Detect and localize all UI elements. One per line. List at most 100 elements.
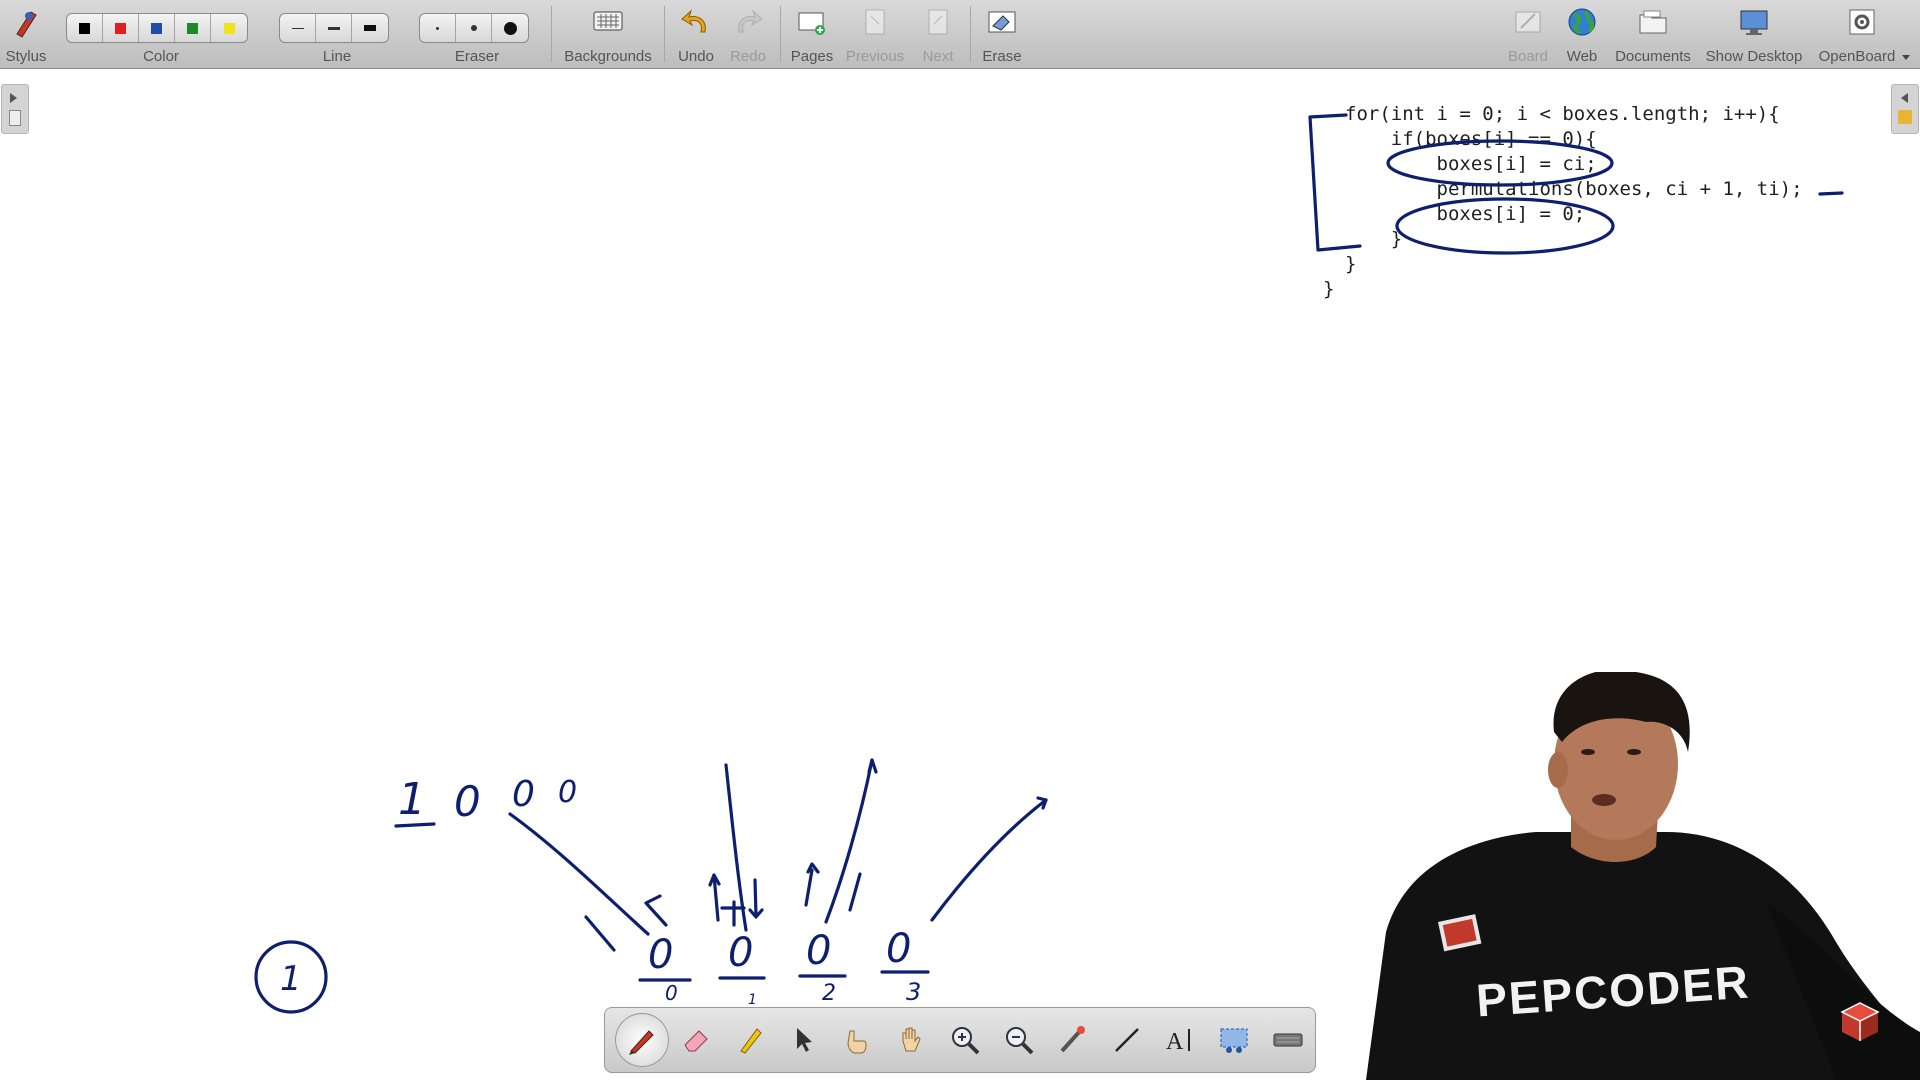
color-blue-swatch[interactable] bbox=[139, 14, 175, 42]
next-page-button[interactable]: Next bbox=[912, 0, 964, 68]
pointing-hand-icon bbox=[847, 1030, 867, 1054]
line-width-picker bbox=[279, 13, 389, 43]
svg-text:A: A bbox=[1166, 1029, 1184, 1055]
code-line: } bbox=[1345, 253, 1357, 275]
previous-page-button[interactable]: Previous bbox=[842, 0, 908, 68]
code-line: } bbox=[1323, 278, 1335, 300]
code-line: permutations(boxes, ci + 1, ti); bbox=[1345, 178, 1803, 200]
zoom-in-icon bbox=[951, 1027, 980, 1055]
virtual-keyboard-button[interactable] bbox=[1261, 1013, 1315, 1067]
eraser-tool: Eraser bbox=[419, 0, 535, 68]
arrow-right-icon bbox=[10, 93, 17, 103]
color-tool: Color bbox=[66, 0, 256, 68]
color-black-swatch[interactable] bbox=[67, 14, 103, 42]
erase-button[interactable]: Erase bbox=[976, 0, 1028, 68]
line-label: Line bbox=[322, 48, 352, 65]
undo-button[interactable]: Undo bbox=[670, 0, 722, 68]
line-thick-option[interactable] bbox=[352, 14, 388, 42]
page-thumbnail-icon bbox=[9, 110, 21, 126]
pages-icon bbox=[795, 6, 829, 38]
eraser-tool-button[interactable] bbox=[669, 1013, 723, 1067]
pages-button[interactable]: Pages bbox=[786, 0, 838, 68]
left-palette-toggle[interactable] bbox=[1, 84, 29, 134]
code-line: boxes[i] = ci; bbox=[1345, 153, 1597, 175]
board-button[interactable]: Board bbox=[1502, 0, 1554, 68]
undo-arrow-icon bbox=[679, 6, 713, 38]
color-palette bbox=[66, 13, 248, 43]
cursor-arrow-icon bbox=[797, 1028, 813, 1052]
web-button[interactable]: Web bbox=[1556, 0, 1608, 68]
eraser-medium-option[interactable] bbox=[456, 14, 492, 42]
line-tool: Line bbox=[279, 0, 395, 68]
board-label: Board bbox=[1507, 48, 1549, 65]
eraser-size-picker bbox=[419, 13, 529, 43]
code-line: boxes[i] = 0; bbox=[1345, 203, 1586, 225]
keyboard-grid-icon bbox=[591, 6, 625, 38]
next-page-icon bbox=[921, 6, 955, 38]
screen-capture-icon bbox=[1220, 1028, 1248, 1053]
color-label: Color bbox=[143, 48, 179, 65]
code-line: if(boxes[i] == 0){ bbox=[1345, 128, 1597, 150]
pen-tool-button[interactable] bbox=[615, 1013, 669, 1067]
undo-label: Undo bbox=[678, 48, 714, 65]
redo-button[interactable]: Redo bbox=[722, 0, 774, 68]
highlighter-icon bbox=[739, 1028, 762, 1054]
select-tool-button[interactable] bbox=[777, 1013, 831, 1067]
capture-tool-button[interactable] bbox=[1207, 1013, 1261, 1067]
toolbar-divider bbox=[970, 6, 971, 62]
toolbar-divider bbox=[664, 6, 665, 62]
eraser-icon bbox=[684, 1030, 708, 1052]
interact-tool-button[interactable] bbox=[830, 1013, 884, 1067]
stylus-tool[interactable]: Stylus bbox=[0, 0, 52, 68]
backgrounds-label: Backgrounds bbox=[564, 48, 652, 65]
hand-tool-button[interactable] bbox=[884, 1013, 938, 1067]
openboard-gear-icon bbox=[1845, 6, 1879, 38]
straight-line-icon bbox=[1114, 1028, 1139, 1052]
folder-icon bbox=[1636, 6, 1670, 38]
eraser-label: Eraser bbox=[454, 48, 500, 65]
text-tool-button[interactable]: A bbox=[1153, 1013, 1207, 1067]
arrow-left-icon bbox=[1901, 93, 1908, 103]
eraser-large-option[interactable] bbox=[492, 14, 528, 42]
top-toolbar: Stylus Color Line Eraser Backgrounds Und… bbox=[0, 0, 1920, 69]
right-palette-toggle[interactable] bbox=[1891, 84, 1919, 134]
line-tool-button[interactable] bbox=[1100, 1013, 1154, 1067]
monitor-icon bbox=[1737, 6, 1771, 38]
color-green-swatch[interactable] bbox=[175, 14, 211, 42]
presenter-video: PEPCODER bbox=[1366, 672, 1920, 1080]
pepcoding-cube-logo bbox=[1840, 1002, 1880, 1041]
show-desktop-button[interactable]: Show Desktop bbox=[1702, 0, 1806, 68]
erase-label: Erase bbox=[982, 48, 1022, 65]
line-thin-option[interactable] bbox=[280, 14, 316, 42]
zoom-in-button[interactable] bbox=[938, 1013, 992, 1067]
stylus-palette: A bbox=[604, 1007, 1316, 1073]
redo-arrow-icon bbox=[731, 6, 765, 38]
laser-pointer-icon bbox=[1060, 1026, 1085, 1053]
zoom-out-button[interactable] bbox=[992, 1013, 1046, 1067]
highlighter-tool-button[interactable] bbox=[723, 1013, 777, 1067]
code-line: for(int i = 0; i < boxes.length; i++){ bbox=[1345, 103, 1780, 125]
line-medium-option[interactable] bbox=[316, 14, 352, 42]
text-icon: A bbox=[1166, 1029, 1191, 1055]
next-label: Next bbox=[922, 48, 954, 65]
color-yellow-swatch[interactable] bbox=[211, 14, 247, 42]
code-snippet: for(int i = 0; i < boxes.length; i++){ i… bbox=[1323, 102, 1803, 302]
web-label: Web bbox=[1566, 48, 1598, 65]
stylus-icon bbox=[9, 6, 43, 38]
erase-board-icon bbox=[985, 6, 1019, 38]
code-line: } bbox=[1345, 228, 1403, 250]
chevron-down-icon bbox=[1902, 55, 1910, 60]
presenter-figure bbox=[1366, 672, 1920, 1080]
previous-label: Previous bbox=[845, 48, 905, 65]
backgrounds-button[interactable]: Backgrounds bbox=[556, 0, 660, 68]
color-red-swatch[interactable] bbox=[103, 14, 139, 42]
laser-pointer-button[interactable] bbox=[1046, 1013, 1100, 1067]
documents-button[interactable]: Documents bbox=[1610, 0, 1696, 68]
previous-page-icon bbox=[858, 6, 892, 38]
library-icon bbox=[1898, 110, 1912, 124]
pen-icon bbox=[628, 1030, 654, 1055]
documents-label: Documents bbox=[1615, 48, 1691, 65]
show-desktop-label: Show Desktop bbox=[1705, 48, 1803, 65]
eraser-small-option[interactable] bbox=[420, 14, 456, 42]
openboard-menu-button[interactable]: OpenBoard bbox=[1812, 0, 1912, 68]
